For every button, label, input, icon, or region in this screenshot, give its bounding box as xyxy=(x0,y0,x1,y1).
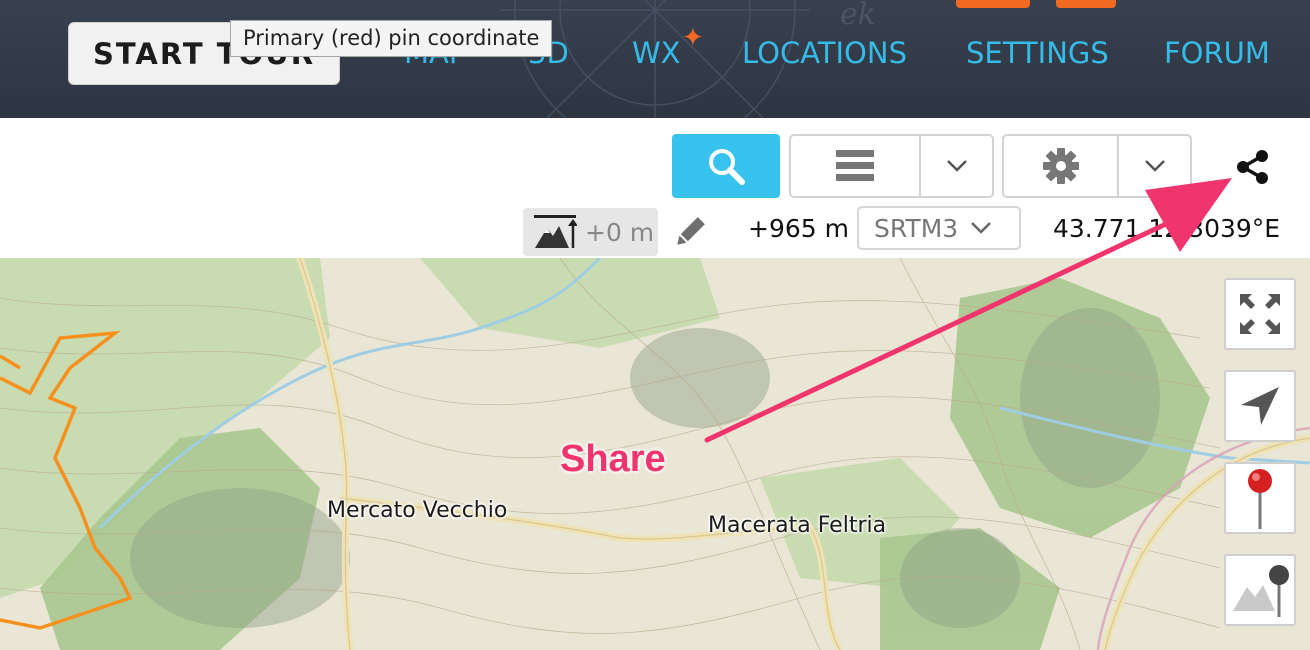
locate-icon xyxy=(1241,387,1279,425)
elevation-pin-icon xyxy=(1233,565,1289,617)
search-button[interactable] xyxy=(672,134,780,198)
mountain-elevation-icon xyxy=(534,215,577,248)
coordinate-readout: 43.771 12.3039°E xyxy=(1053,214,1281,243)
elevation-pin-button[interactable] xyxy=(1224,554,1296,626)
place-label: Mercato Vecchio xyxy=(327,498,508,523)
locate-me-button[interactable] xyxy=(1224,370,1296,442)
map-settings-button[interactable] xyxy=(1004,136,1119,196)
nav-link-forum[interactable]: FORUM xyxy=(1164,36,1270,70)
fullscreen-button[interactable] xyxy=(1224,278,1296,350)
pin-coordinate-tooltip: Primary (red) pin coordinate xyxy=(230,20,553,57)
layers-icon xyxy=(836,150,874,181)
nav-link-wx[interactable]: WX xyxy=(632,36,681,70)
share-annotation-label: Share xyxy=(560,438,666,480)
chevron-down-icon xyxy=(946,160,967,172)
svg-text:ek: ek xyxy=(840,0,876,32)
settings-split-button xyxy=(1002,134,1192,198)
elevation-offset-button[interactable]: +0 m xyxy=(523,208,658,256)
dem-source-select[interactable]: SRTM3 xyxy=(857,206,1021,250)
search-icon xyxy=(709,149,745,185)
elevation-offset-value: +0 m xyxy=(585,217,655,247)
settings-dropdown-button[interactable] xyxy=(1119,136,1190,196)
orange-badge-1[interactable] xyxy=(956,0,1030,8)
nav-link-settings[interactable]: SETTINGS xyxy=(966,36,1109,70)
layers-button[interactable] xyxy=(791,136,921,196)
red-pin-button[interactable] xyxy=(1224,462,1296,534)
top-navbar: ek START TOUR MAP 3D WX ✦ LOCATIONS SETT… xyxy=(0,0,1310,118)
map-toolbar: +0 m +965 m SRTM3 43.771 12.3039°E xyxy=(0,118,1310,258)
fullscreen-icon xyxy=(1240,294,1280,334)
chevron-down-icon xyxy=(1144,160,1165,172)
chevron-down-icon xyxy=(971,222,992,234)
dem-source-value: SRTM3 xyxy=(874,213,959,243)
layers-dropdown-button[interactable] xyxy=(921,136,992,196)
red-pin-icon xyxy=(1248,469,1272,529)
gear-icon xyxy=(1042,148,1079,184)
share-icon[interactable] xyxy=(1234,148,1272,186)
nav-link-locations[interactable]: LOCATIONS xyxy=(742,36,907,70)
new-sparkle-icon: ✦ xyxy=(682,22,704,52)
pencil-icon[interactable] xyxy=(672,214,708,250)
elevation-readout: +965 m xyxy=(748,214,849,243)
layers-split-button xyxy=(789,134,994,198)
place-label: Macerata Feltria xyxy=(708,513,887,538)
orange-badge-2[interactable] xyxy=(1056,0,1116,8)
